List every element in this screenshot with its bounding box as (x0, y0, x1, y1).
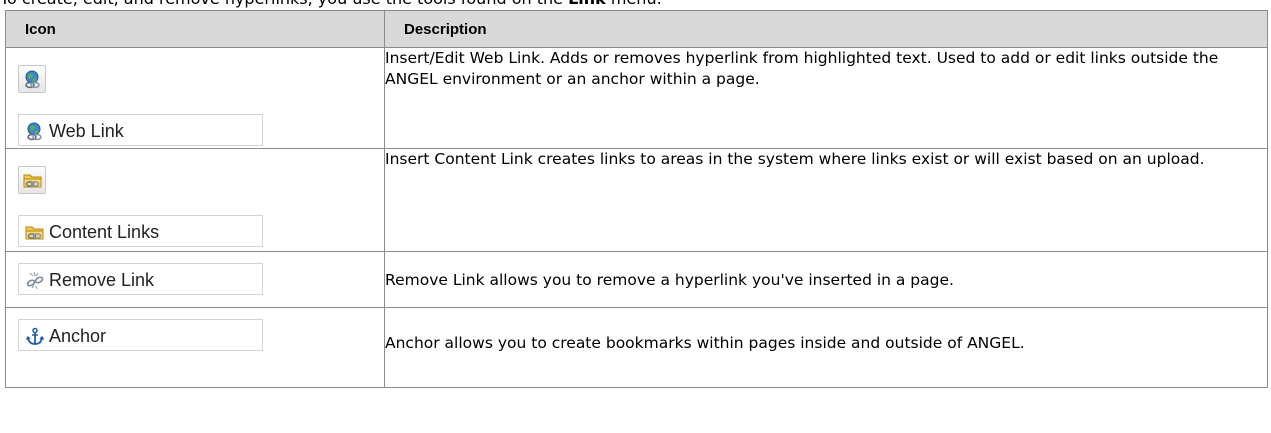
broken-link-icon (26, 271, 44, 290)
content-links-menu-item[interactable]: Content Links (18, 215, 263, 247)
globe-link-icon (27, 122, 42, 141)
anchor-icon (25, 327, 45, 345)
globe-link-icon (25, 70, 40, 89)
anchor-menu-item[interactable]: Anchor (18, 319, 263, 351)
header-description: Description (384, 10, 1268, 48)
intro-bold-link: Link (568, 0, 606, 8)
content-link-toolbar-button[interactable] (18, 166, 46, 194)
folder-link-icon (23, 174, 42, 188)
icon-cell: Remove Link (5, 251, 385, 308)
icon-cell: Content Links (5, 148, 385, 252)
intro-after: menu. (606, 0, 662, 8)
web-link-label: Web Link (49, 121, 124, 141)
remove-link-label: Remove Link (49, 270, 155, 290)
intro-text: To create, edit, and remove hyperlinks, … (0, 0, 662, 9)
web-link-toolbar-button[interactable] (18, 65, 46, 93)
header-icon: Icon (5, 10, 385, 48)
web-link-menu-item[interactable]: Web Link (18, 114, 263, 146)
anchor-label: Anchor (49, 326, 107, 346)
icon-cell: Web Link (5, 47, 385, 149)
content-links-label: Content Links (49, 222, 160, 242)
table-header-row: Icon Description (5, 10, 1268, 48)
folder-link-icon (25, 226, 44, 240)
content-links-description: Insert Content Link creates links to are… (384, 148, 1268, 252)
table-row: Remove Link Remove Link allows you to re… (5, 251, 1268, 308)
table-row: Web Link Insert/Edit Web Link. Adds or r… (5, 47, 1268, 149)
web-link-description: Insert/Edit Web Link. Adds or removes hy… (384, 47, 1268, 149)
anchor-description: Anchor allows you to create bookmarks wi… (384, 307, 1268, 388)
remove-link-menu-item[interactable]: Remove Link (18, 263, 263, 295)
link-tools-table: Icon Description Web Link Insert/Edit We… (5, 10, 1268, 388)
table-row: Content Links Insert Content Link create… (5, 148, 1268, 252)
table-row: Anchor Anchor allows you to create bookm… (5, 307, 1268, 388)
remove-link-description: Remove Link allows you to remove a hyper… (384, 251, 1268, 308)
intro-before: To create, edit, and remove hyperlinks, … (0, 0, 568, 8)
icon-cell: Anchor (5, 307, 385, 388)
